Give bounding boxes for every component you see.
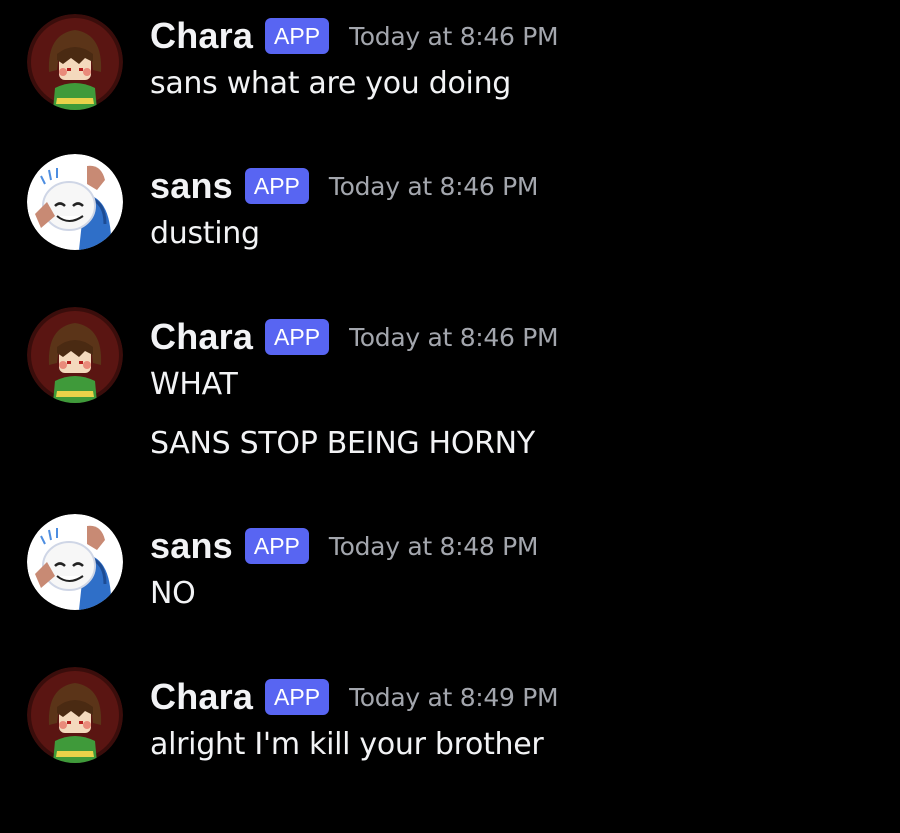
timestamp[interactable]: Today at 8:46 PM [349, 323, 559, 352]
message-text: sans what are you doing [150, 66, 512, 101]
timestamp[interactable]: Today at 8:49 PM [349, 683, 559, 712]
message-text: dusting [150, 216, 260, 251]
sans-avatar-icon[interactable] [27, 514, 123, 610]
timestamp[interactable]: Today at 8:46 PM [329, 172, 539, 201]
message-text: SANS STOP BEING HORNY [150, 426, 535, 461]
message-text: alright I'm kill your brother [150, 727, 544, 762]
app-badge: APP [265, 18, 330, 54]
message-header: sans APP Today at 8:48 PM [150, 524, 538, 568]
username[interactable]: sans [150, 525, 233, 567]
sans-avatar-icon[interactable] [27, 154, 123, 250]
app-badge: APP [265, 319, 330, 355]
app-badge: APP [244, 168, 309, 204]
app-badge: APP [244, 528, 309, 564]
chara-avatar-icon[interactable] [27, 307, 123, 403]
timestamp[interactable]: Today at 8:46 PM [349, 22, 559, 51]
app-badge: APP [265, 679, 330, 715]
chara-avatar-icon[interactable] [27, 14, 123, 110]
username[interactable]: Chara [150, 676, 253, 718]
message-text: NO [150, 576, 196, 611]
message-header: Chara APP Today at 8:46 PM [150, 14, 559, 58]
username[interactable]: Chara [150, 15, 253, 57]
username[interactable]: sans [150, 165, 233, 207]
message-header: Chara APP Today at 8:49 PM [150, 675, 559, 719]
message-text: WHAT [150, 367, 238, 402]
chara-avatar-icon[interactable] [27, 667, 123, 763]
message-header: sans APP Today at 8:46 PM [150, 164, 538, 208]
message-header: Chara APP Today at 8:46 PM [150, 315, 559, 359]
username[interactable]: Chara [150, 316, 253, 358]
timestamp[interactable]: Today at 8:48 PM [329, 532, 539, 561]
